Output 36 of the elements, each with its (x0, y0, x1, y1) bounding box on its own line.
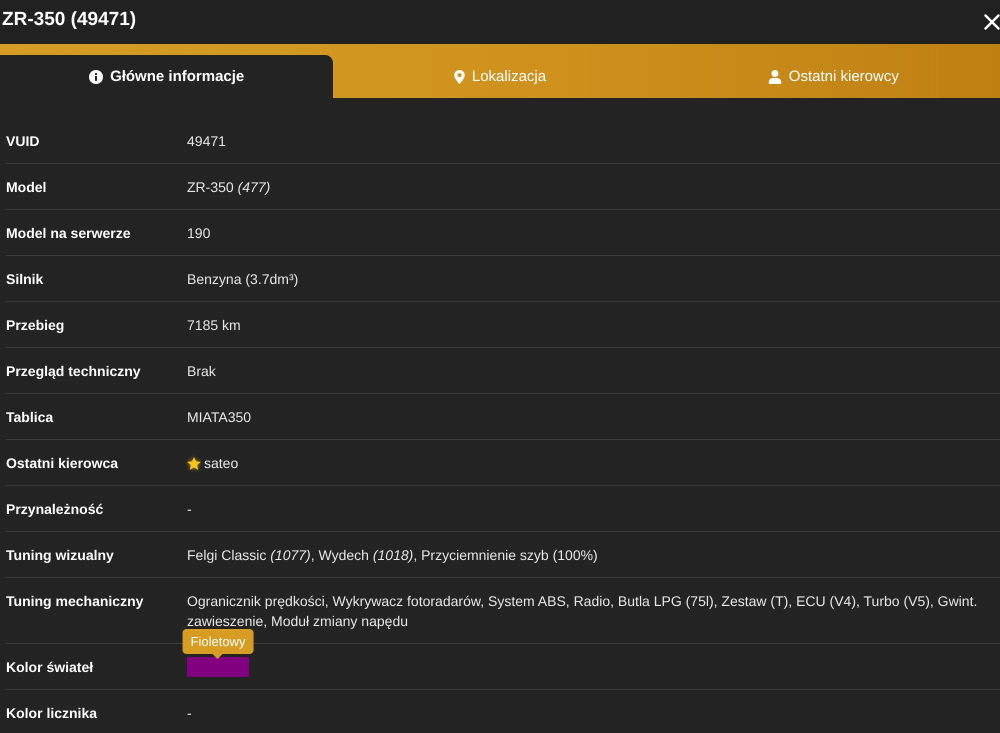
field-label: Tablica (6, 408, 54, 427)
window-title: ZR-350 (49471) (2, 9, 136, 31)
tab[interactable]: Lokalizacja (333, 55, 667, 98)
tooltip: Fioletowy (182, 629, 254, 654)
tooltip-pointer-icon (213, 654, 223, 659)
field-label: Przegląd techniczny (6, 362, 142, 381)
field-value: - (187, 500, 192, 519)
user-icon (768, 70, 782, 84)
field-label: VUID (6, 132, 40, 151)
close-icon (984, 14, 1000, 30)
tab[interactable]: Ostatni kierowcy (666, 55, 1000, 98)
close-button[interactable] (984, 14, 1000, 30)
tab[interactable]: Główne informacje (0, 55, 334, 98)
field-value: Felgi Classic (1077), Wydech (1018), Przyciemnienie szyb (100%) (187, 546, 598, 565)
field-value: 190 (187, 224, 210, 243)
field-label: Przynależność (6, 500, 104, 519)
field-value: sateo (204, 454, 238, 473)
field-label: Kolor świateł (6, 658, 94, 677)
field-value: - (187, 704, 192, 723)
field-value: Benzyna (3.7dm³) (187, 270, 298, 289)
field-value: Brak (187, 362, 216, 381)
map-pin-icon (454, 70, 465, 84)
info-icon (89, 70, 104, 84)
field-value: MIATA350 (187, 408, 252, 427)
field-label: Tuning mechaniczny (6, 592, 144, 611)
field-value: Ogranicznik prędkości, Wykrywacz fotoradarów, System ABS, Radio, Butla LPG (75l), Zestaw (T), ECU (V4), Turbo (V5), Gwint. zawieszenie, Moduł zmiany napędu (187, 592, 978, 631)
field-value: ZR-350 (477) (187, 178, 270, 197)
field-value: 7185 km (187, 316, 241, 335)
field-label: Silnik (6, 270, 44, 289)
field-label: Model (6, 178, 48, 197)
field-value: 49471 (187, 132, 226, 151)
field-label: Model na serwerze (6, 224, 132, 243)
field-label: Przebieg (6, 316, 66, 335)
field-label: Tuning wizualny (6, 546, 115, 565)
field-label: Ostatni kierowca (6, 454, 120, 473)
field-label: Kolor licznika (6, 704, 98, 723)
